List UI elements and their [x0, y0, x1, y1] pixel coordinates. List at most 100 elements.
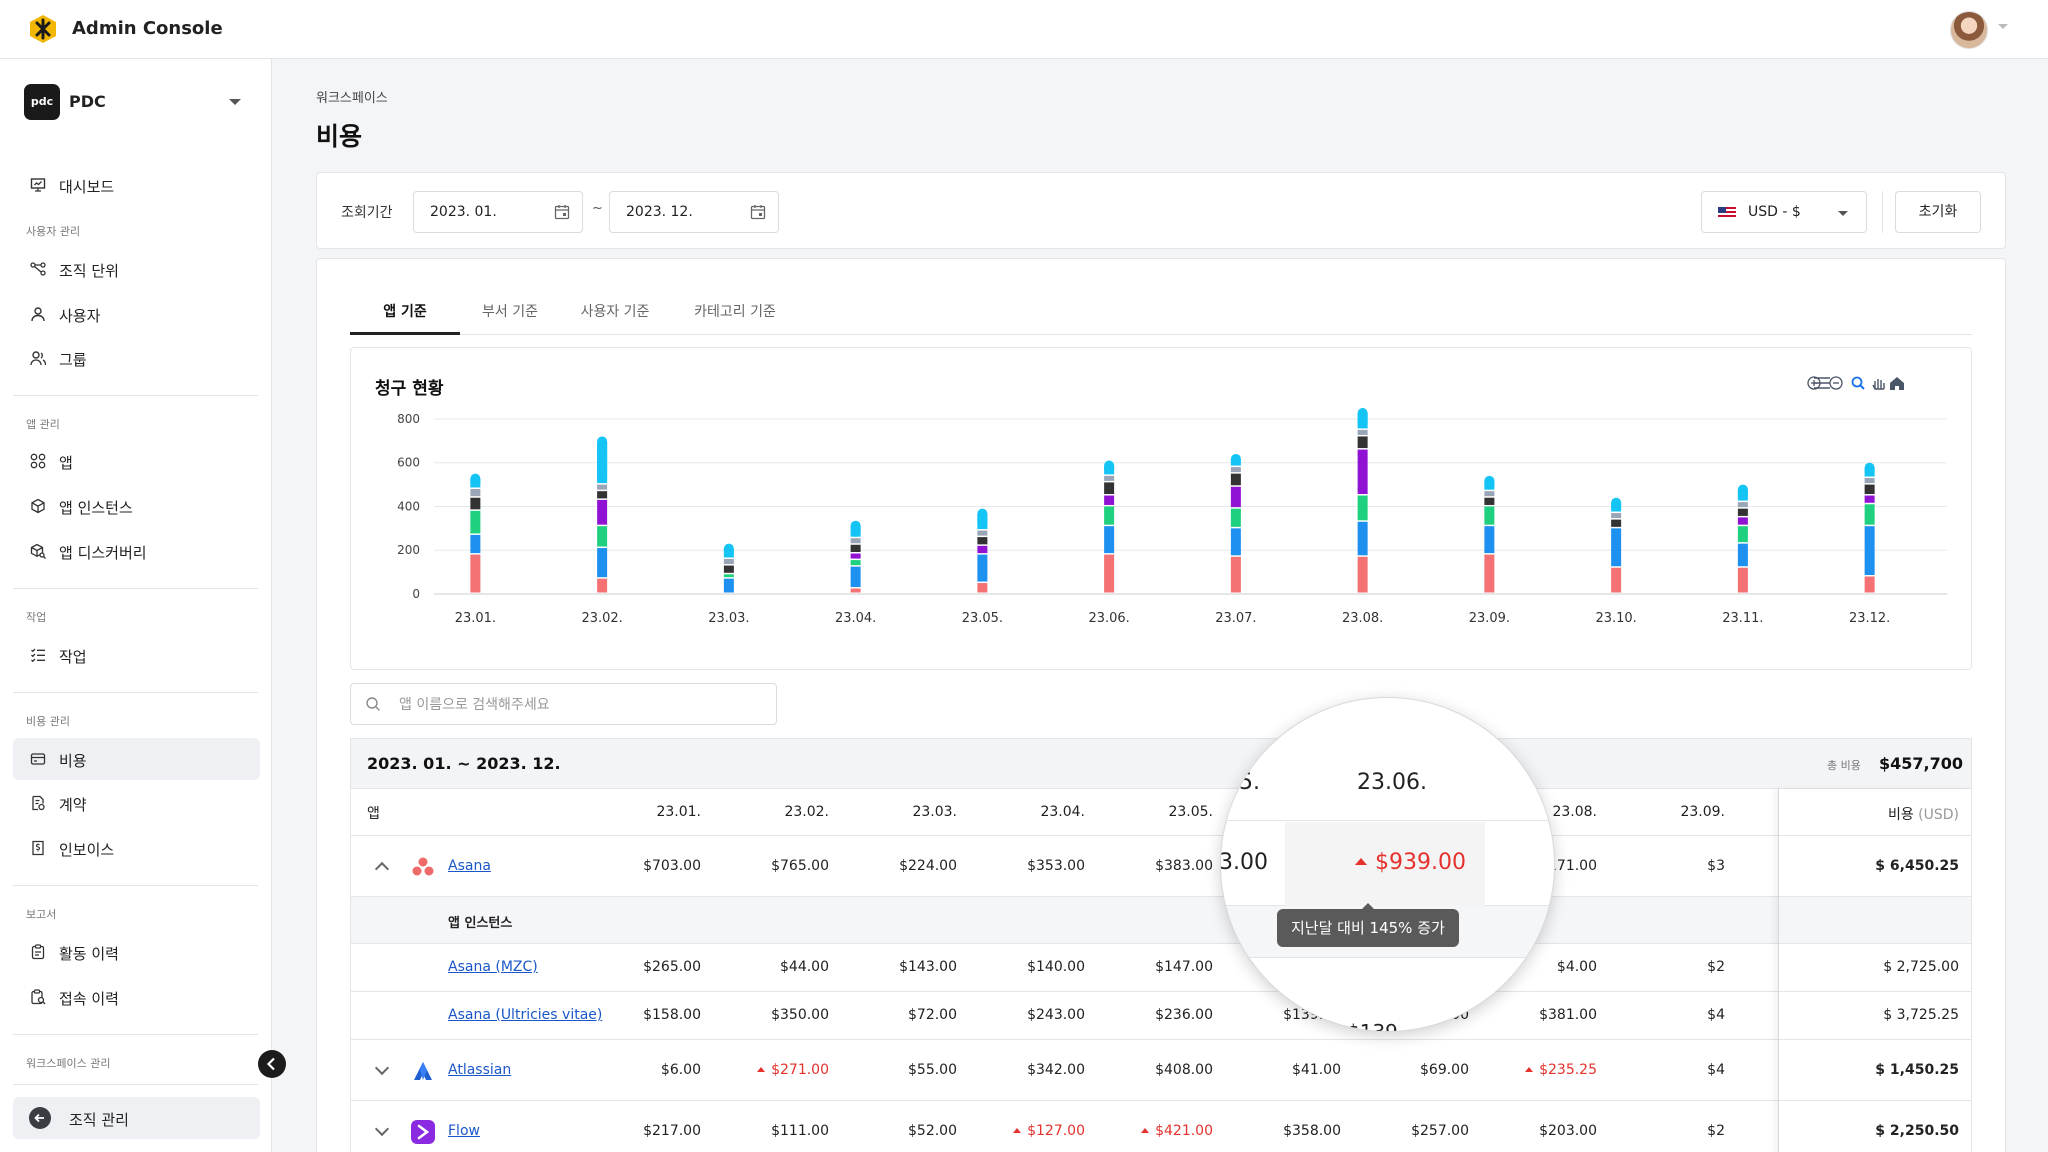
app-name-link[interactable]: Asana	[448, 858, 491, 874]
cost-table: 2023. 01. ~ 2023. 12. 총 비용 $457,700 앱 23.…	[350, 738, 1972, 1152]
sidebar-item-label: 그룹	[59, 351, 87, 369]
sidebar-item-label: 대시보드	[59, 178, 115, 196]
x-tick-label: 23.10.	[1595, 611, 1636, 626]
contract-icon	[32, 795, 45, 811]
task-list-icon	[31, 648, 45, 663]
start-date-picker[interactable]: 2023. 01.	[413, 191, 583, 233]
cost-cell: $41.00	[1292, 1062, 1341, 1078]
x-tick-label: 23.07.	[1215, 611, 1256, 626]
column-header-month[interactable]: 23.04.	[975, 804, 1085, 820]
sidebar-item-dashboard[interactable]: 대시보드	[13, 164, 260, 206]
sidebar-collapse-button[interactable]	[258, 1050, 286, 1078]
app-search[interactable]	[350, 683, 777, 725]
magnified-cell-value: $139	[1347, 1020, 1398, 1032]
tab-by-category[interactable]: 카테고리 기준	[670, 289, 800, 335]
sidebar-item-apps[interactable]: 앱	[13, 440, 260, 482]
x-tick-label: 23.01.	[455, 611, 496, 626]
chart-bar-segment	[1104, 482, 1115, 495]
app-title[interactable]: Admin Console	[72, 18, 223, 39]
increase-tooltip: 지난달 대비 145% 증가	[1277, 903, 1459, 947]
sidebar-item-activity-log[interactable]: 활동 이력	[13, 931, 260, 973]
chart-bar-segment	[977, 554, 988, 582]
sidebar-item-groups[interactable]: 그룹	[13, 337, 260, 379]
divider	[13, 1034, 258, 1035]
sidebar-item-contracts[interactable]: 계약	[13, 782, 260, 824]
divider	[1882, 191, 1883, 233]
magnified-value-text: $939.00	[1375, 850, 1466, 875]
column-header-app[interactable]: 앱	[367, 803, 380, 823]
divider	[13, 588, 258, 589]
column-header-month[interactable]: 23.01.	[591, 804, 701, 820]
row-divider	[1779, 1100, 1971, 1101]
page-title: 비용	[316, 122, 363, 151]
chart-bar-segment	[1230, 556, 1241, 593]
magnified-highlight-value: $939.00	[1355, 850, 1466, 875]
sidebar-item-cost[interactable]: 비용	[13, 738, 260, 780]
chart-bar-segment	[850, 544, 861, 553]
atlassian-icon	[411, 1059, 435, 1083]
end-date-picker[interactable]: 2023. 12.	[609, 191, 779, 233]
column-header-cost[interactable]: 비용 (USD)	[1851, 804, 1959, 824]
column-header-month[interactable]: 23.03.	[847, 804, 957, 820]
chevron-down-icon[interactable]	[1998, 24, 2008, 29]
column-header-month[interactable]: 23.09.	[1615, 804, 1725, 820]
chevron-down-icon[interactable]	[374, 1121, 390, 1137]
app-row: Atlassian $6.00 $271.00 $55.00 $342.00 $408.0…	[351, 1040, 1971, 1101]
y-tick-label: 800	[397, 412, 420, 426]
user-avatar[interactable]	[1950, 11, 1988, 49]
chart-bar-segment-fill	[1484, 480, 1495, 490]
workspace-switcher[interactable]: pdc PDC	[24, 84, 246, 120]
cost-cell: $224.00	[899, 858, 957, 874]
x-tick-label: 23.06.	[1088, 611, 1129, 626]
cost-cell: $72.00	[908, 1007, 957, 1023]
chart-bar-segment	[1230, 528, 1241, 556]
tab-by-app[interactable]: 앱 기준	[350, 289, 460, 335]
chevron-down-icon[interactable]	[374, 1060, 390, 1076]
reset-button[interactable]: 초기화	[1895, 191, 1981, 233]
currency-value: USD - $	[1748, 204, 1801, 220]
sidebar-item-access-log[interactable]: 접속 이력	[13, 976, 260, 1018]
instance-name-link[interactable]: Asana (Ultricies vitae)	[448, 1007, 602, 1023]
sidebar-item-users[interactable]: 사용자	[13, 293, 260, 335]
sidebar-item-jobs[interactable]: 작업	[13, 634, 260, 676]
cost-cell: $703.00	[643, 858, 701, 874]
app-logo-icon[interactable]	[28, 14, 58, 44]
cost-cell: $383.00	[1155, 858, 1213, 874]
column-header-month[interactable]: 23.02.	[719, 804, 829, 820]
row-divider	[1779, 835, 1971, 836]
sidebar-group-reports: 보고서	[26, 908, 57, 921]
org-manage-button[interactable]: 조직 관리	[13, 1097, 260, 1139]
x-tick-label: 23.09.	[1469, 611, 1510, 626]
sidebar-item-label: 사용자	[59, 307, 101, 325]
chevron-up-icon[interactable]	[374, 861, 390, 877]
column-header-month[interactable]: 23.05.	[1103, 804, 1213, 820]
apps-grid-icon	[30, 453, 46, 469]
sidebar-item-app-instances[interactable]: 앱 인스턴스	[13, 485, 260, 527]
sidebar-group-apps: 앱 관리	[26, 418, 60, 431]
chart-bar-segment	[1611, 567, 1622, 593]
cost-cell: $69.00	[1420, 1062, 1469, 1078]
sidebar-item-label: 앱 디스커버리	[59, 544, 147, 562]
tab-by-user[interactable]: 사용자 기준	[560, 289, 670, 335]
sidebar-group-workspace: 워크스페이스 관리	[26, 1057, 111, 1070]
sidebar-item-label: 앱 인스턴스	[59, 499, 133, 517]
chart-bar-segment	[1357, 449, 1368, 495]
chart-bar-segment	[597, 499, 608, 525]
chart-bar-segment	[1484, 497, 1495, 505]
search-input[interactable]	[399, 694, 759, 716]
chart-bar-segment	[1737, 508, 1748, 516]
sidebar-item-label: 인보이스	[59, 841, 115, 859]
sidebar-item-invoices[interactable]: 인보이스	[13, 827, 260, 869]
breadcrumb[interactable]: 워크스페이스	[316, 87, 388, 106]
chart-bar-segment	[1484, 491, 1495, 497]
x-tick-label: 23.12.	[1849, 611, 1890, 626]
instance-name-link[interactable]: Asana (MZC)	[448, 959, 538, 975]
cost-cell: $147.00	[1155, 959, 1213, 975]
row-divider	[1779, 1039, 1971, 1040]
sidebar-item-app-discovery[interactable]: 앱 디스커버리	[13, 530, 260, 572]
app-name-link[interactable]: Flow	[448, 1123, 480, 1139]
currency-select[interactable]: USD - $	[1701, 191, 1867, 233]
sidebar-item-org-units[interactable]: 조직 단위	[13, 248, 260, 290]
tab-by-department[interactable]: 부서 기준	[460, 289, 560, 335]
app-name-link[interactable]: Atlassian	[448, 1062, 511, 1078]
